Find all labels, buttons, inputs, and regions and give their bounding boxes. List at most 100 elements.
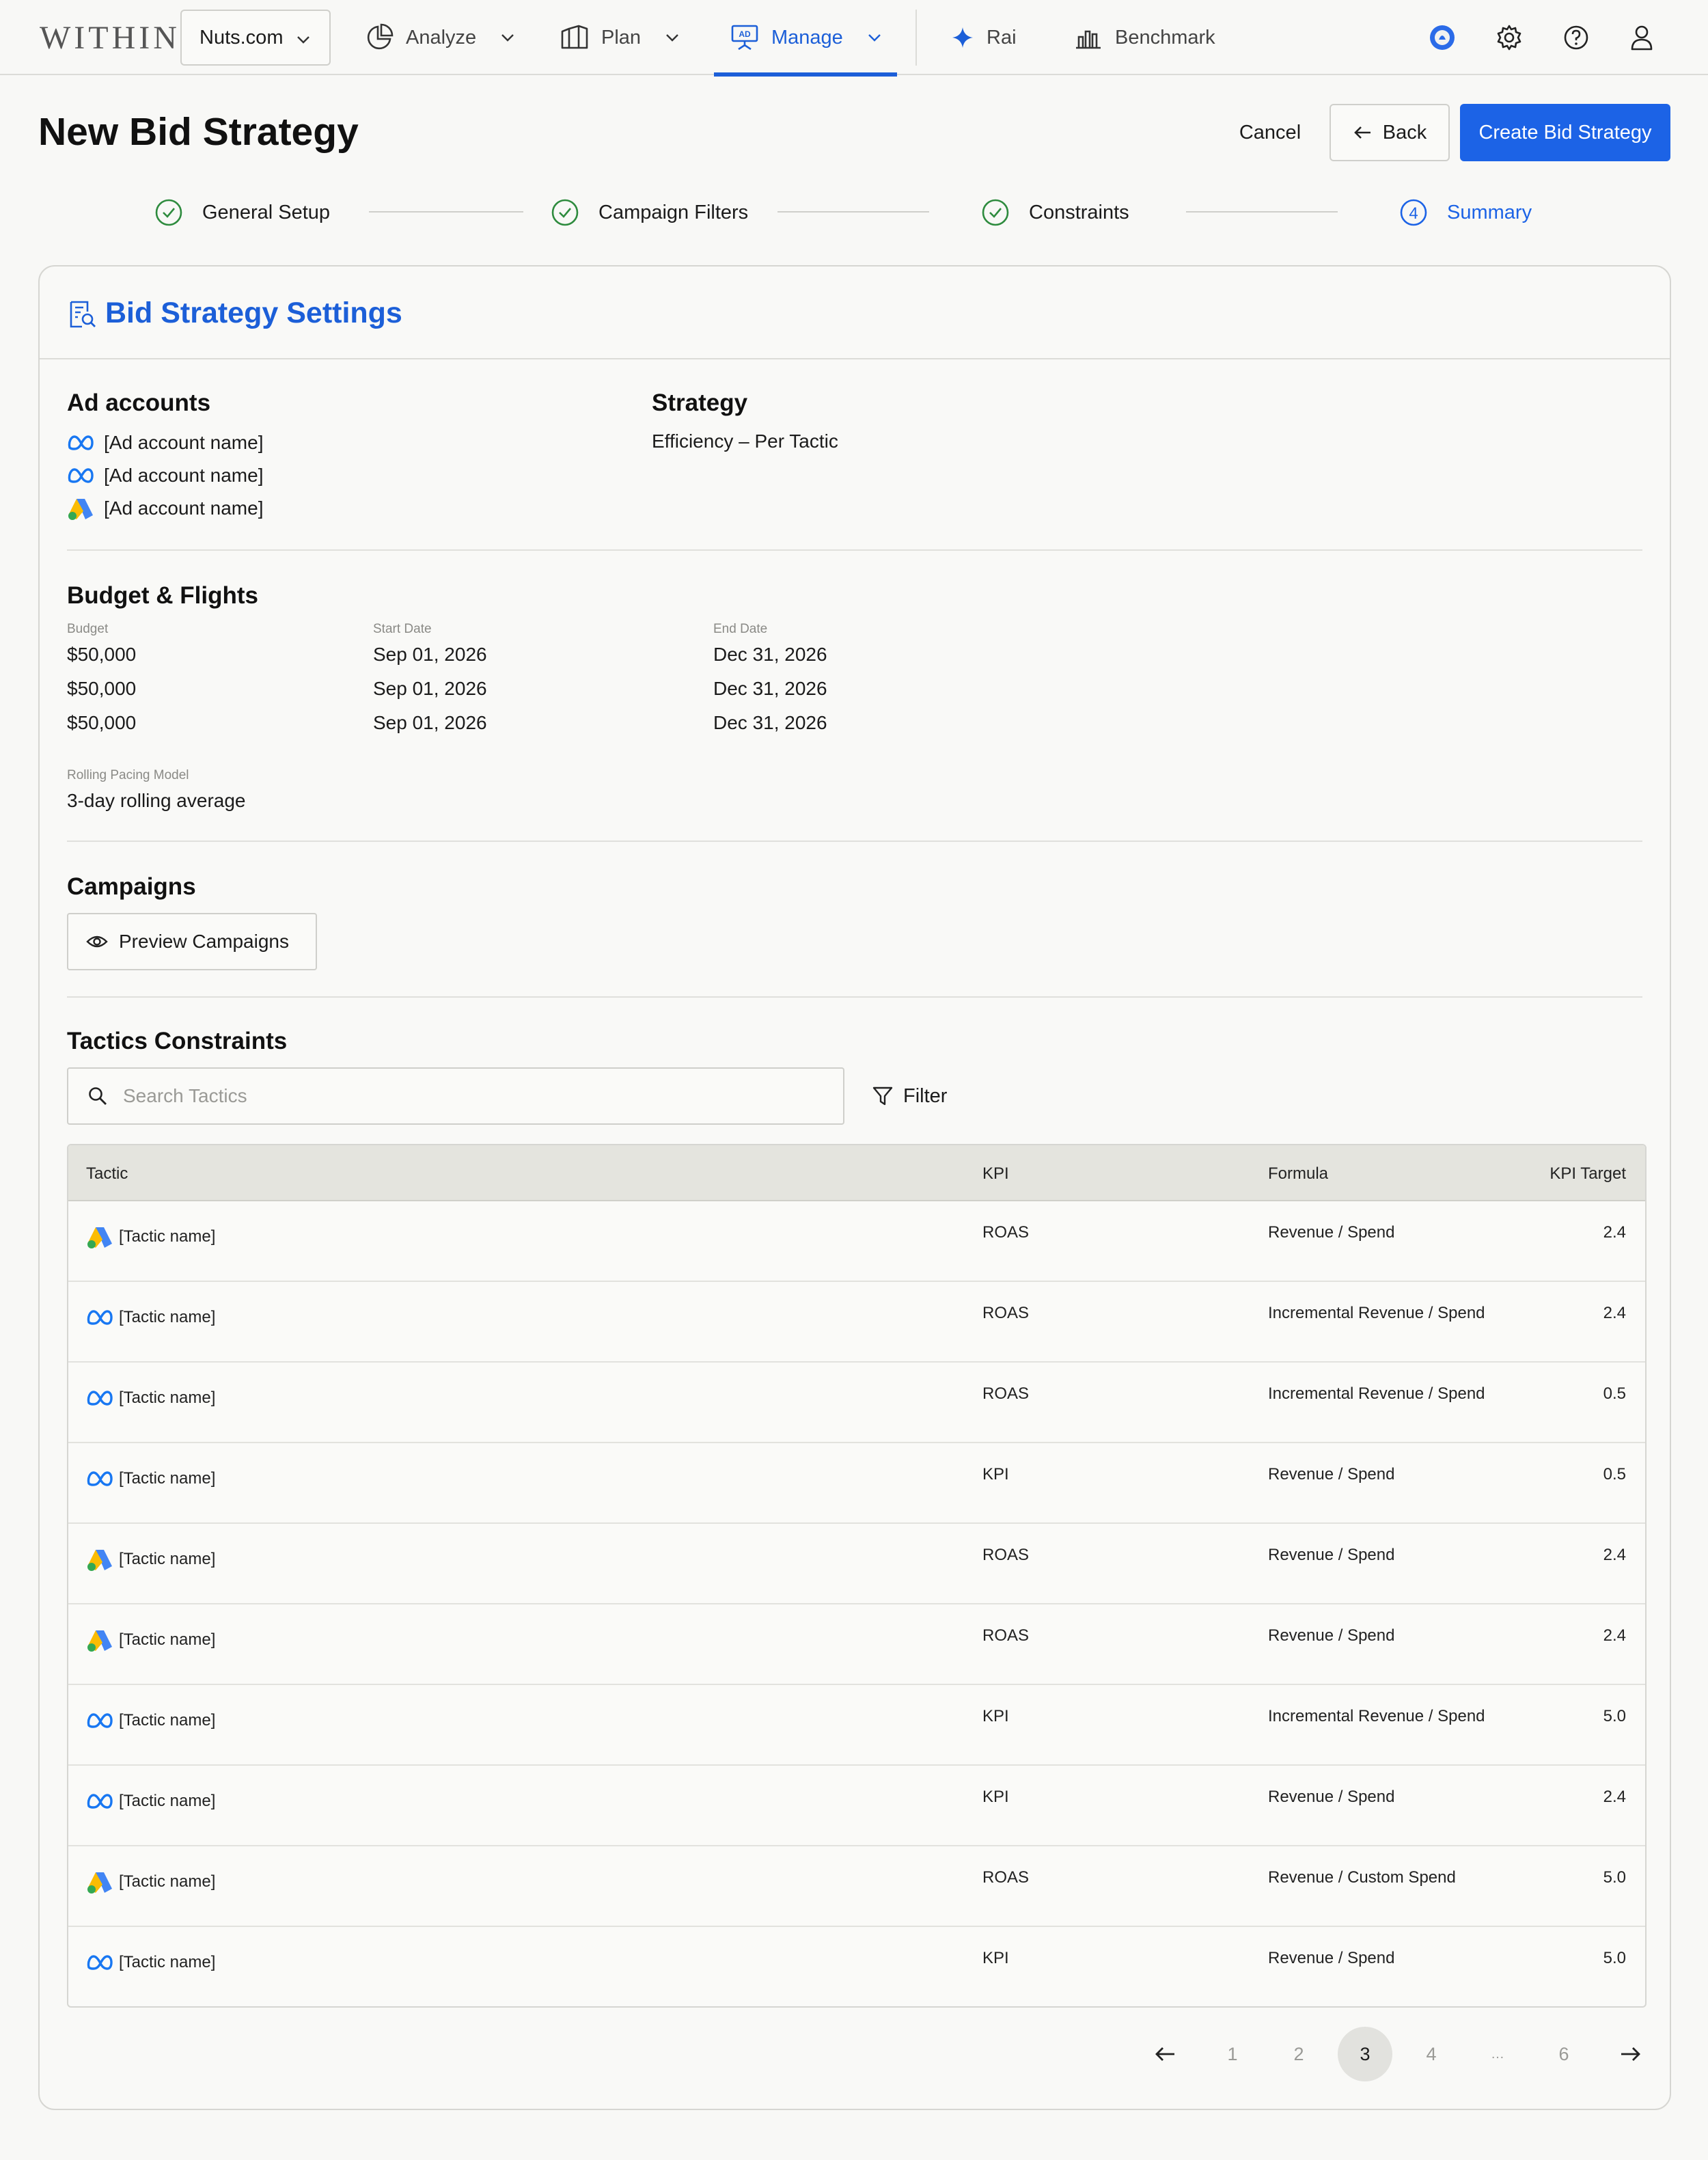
kpi-target-cell: 0.5 xyxy=(1603,1465,1626,1484)
tactic-name: [Tactic name] xyxy=(119,1308,216,1326)
create-bid-strategy-button[interactable]: Create Bid Strategy xyxy=(1460,104,1670,161)
formula-cell: Incremental Revenue / Spend xyxy=(1268,1707,1485,1725)
table-row[interactable]: [Tactic name] KPI Revenue / Spend 5.0 xyxy=(68,1927,1645,2006)
meta-icon xyxy=(68,435,94,450)
preview-campaigns-button[interactable]: Preview Campaigns xyxy=(67,913,317,970)
page-button[interactable]: 6 xyxy=(1537,2027,1591,2081)
kpi-target-cell: 5.0 xyxy=(1603,1949,1626,1967)
budget-flights-title: Budget & Flights xyxy=(67,582,258,609)
search-tactics-field[interactable] xyxy=(67,1067,844,1125)
formula-cell: Revenue / Spend xyxy=(1268,1788,1395,1806)
page-button[interactable]: 1 xyxy=(1205,2027,1260,2081)
notification-badge-icon[interactable] xyxy=(1428,23,1457,52)
ad-billboard-icon: AD xyxy=(731,25,758,51)
step-campaign-filters[interactable]: Campaign Filters xyxy=(551,197,748,228)
step-label: Summary xyxy=(1447,201,1532,223)
nav-item-manage[interactable]: AD Manage xyxy=(714,0,897,77)
formula-cell: Incremental Revenue / Spend xyxy=(1268,1384,1485,1403)
tactic-name: [Tactic name] xyxy=(119,1550,216,1568)
check-circle-icon xyxy=(982,199,1009,226)
gear-icon[interactable] xyxy=(1495,23,1524,52)
nav-item-benchmark[interactable]: Benchmark xyxy=(1074,0,1215,75)
tactic-cell: [Tactic name] xyxy=(86,1465,215,1492)
preview-campaigns-label: Preview Campaigns xyxy=(119,931,289,952)
chevron-down-icon xyxy=(501,34,514,42)
step-label: General Setup xyxy=(202,201,331,223)
next-page-arrow-icon[interactable] xyxy=(1603,2027,1657,2081)
section-divider xyxy=(67,996,1642,998)
tactic-name: [Tactic name] xyxy=(119,1469,216,1488)
table-row[interactable]: [Tactic name] ROAS Revenue / Spend 2.4 xyxy=(68,1524,1645,1604)
pie-chart-icon xyxy=(367,23,394,50)
step-summary[interactable]: 4 Summary xyxy=(1399,197,1532,228)
filter-button[interactable]: Filter xyxy=(872,1077,947,1115)
arrow-left-icon xyxy=(1353,126,1370,139)
table-body: [Tactic name] ROAS Revenue / Spend 2.4 [Tact… xyxy=(68,1201,1645,2006)
table-row[interactable]: [Tactic name] ROAS Incremental Revenue / S… xyxy=(68,1363,1645,1443)
tactic-cell: [Tactic name] xyxy=(86,1304,215,1331)
table-row[interactable]: [Tactic name] KPI Revenue / Spend 0.5 xyxy=(68,1443,1645,1524)
column-header-formula[interactable]: Formula xyxy=(1268,1164,1328,1184)
within-logo[interactable]: WITHIN xyxy=(40,19,180,57)
table-row[interactable]: [Tactic name] ROAS Revenue / Custom Spend 5… xyxy=(68,1846,1645,1927)
meta-icon xyxy=(87,1471,113,1486)
previous-page-arrow-icon[interactable] xyxy=(1138,2027,1193,2081)
page-button[interactable]: 2 xyxy=(1271,2027,1326,2081)
kpi-target-cell: 2.4 xyxy=(1603,1546,1626,1564)
formula-cell: Revenue / Spend xyxy=(1268,1949,1395,1967)
nav-divider xyxy=(915,10,917,66)
formula-cell: Revenue / Spend xyxy=(1268,1546,1395,1564)
nav-item-plan[interactable]: Plan xyxy=(560,0,680,75)
kpi-target-cell: 0.5 xyxy=(1603,1384,1626,1403)
table-row[interactable]: [Tactic name] ROAS Revenue / Spend 2.4 xyxy=(68,1604,1645,1685)
back-button[interactable]: Back xyxy=(1330,104,1450,161)
step-general-setup[interactable]: General Setup xyxy=(154,197,330,228)
start-date-column-label: Start Date xyxy=(373,622,432,636)
meta-icon xyxy=(87,1955,113,1970)
ad-account-name: [Ad account name] xyxy=(104,465,264,486)
column-header-kpi[interactable]: KPI xyxy=(982,1164,1009,1184)
tactic-name: [Tactic name] xyxy=(119,1953,216,1971)
help-icon[interactable] xyxy=(1562,23,1590,52)
table-row[interactable]: [Tactic name] ROAS Incremental Revenue / S… xyxy=(68,1282,1645,1363)
tactic-cell: [Tactic name] xyxy=(86,1788,215,1815)
page-button[interactable]: 4 xyxy=(1404,2027,1459,2081)
end-date-value: Dec 31, 2026 xyxy=(713,644,827,665)
step-connector xyxy=(1186,211,1338,213)
top-navigation: WITHIN Nuts.com Analyze Plan AD Manage R… xyxy=(0,0,1708,77)
account-selector[interactable]: Nuts.com xyxy=(180,10,331,66)
cancel-button[interactable]: Cancel xyxy=(1217,104,1323,161)
tactic-name: [Tactic name] xyxy=(119,1792,216,1810)
nav-item-rai[interactable]: Rai xyxy=(951,0,1017,75)
search-tactics-input[interactable] xyxy=(123,1085,806,1107)
kpi-cell: KPI xyxy=(982,1707,1009,1725)
start-date-value: Sep 01, 2026 xyxy=(373,644,487,665)
step-constraints[interactable]: Constraints xyxy=(981,197,1129,228)
user-icon[interactable] xyxy=(1627,23,1656,52)
kpi-cell: ROAS xyxy=(982,1626,1030,1645)
strategy-value: Efficiency – Per Tactic xyxy=(652,430,838,452)
tactic-name: [Tactic name] xyxy=(119,1872,216,1891)
table-row[interactable]: [Tactic name] KPI Revenue / Spend 2.4 xyxy=(68,1766,1645,1846)
nav-item-analyze[interactable]: Analyze xyxy=(365,0,516,75)
tactic-name: [Tactic name] xyxy=(119,1630,216,1649)
chevron-down-icon xyxy=(297,36,309,44)
kpi-target-cell: 5.0 xyxy=(1603,1707,1626,1725)
tactic-cell: [Tactic name] xyxy=(86,1707,215,1734)
formula-cell: Revenue / Spend xyxy=(1268,1465,1395,1484)
strategy-title: Strategy xyxy=(652,389,748,416)
column-header-kpi-target[interactable]: KPI Target xyxy=(1549,1164,1626,1184)
table-row[interactable]: [Tactic name] KPI Incremental Revenue / Sp… xyxy=(68,1685,1645,1766)
page-button-current[interactable]: 3 xyxy=(1338,2027,1392,2081)
eye-icon xyxy=(86,935,108,948)
column-header-tactic[interactable]: Tactic xyxy=(86,1164,128,1184)
budget-column-label: Budget xyxy=(67,622,109,636)
table-header: Tactic KPI Formula KPI Target xyxy=(68,1145,1645,1201)
google-ads-icon xyxy=(68,499,93,520)
table-row[interactable]: [Tactic name] ROAS Revenue / Spend 2.4 xyxy=(68,1201,1645,1282)
nav-item-label: Benchmark xyxy=(1115,26,1215,49)
kpi-cell: ROAS xyxy=(982,1868,1030,1887)
kpi-cell: KPI xyxy=(982,1465,1009,1484)
tactic-cell: [Tactic name] xyxy=(86,1949,215,1976)
step-connector xyxy=(777,211,929,213)
